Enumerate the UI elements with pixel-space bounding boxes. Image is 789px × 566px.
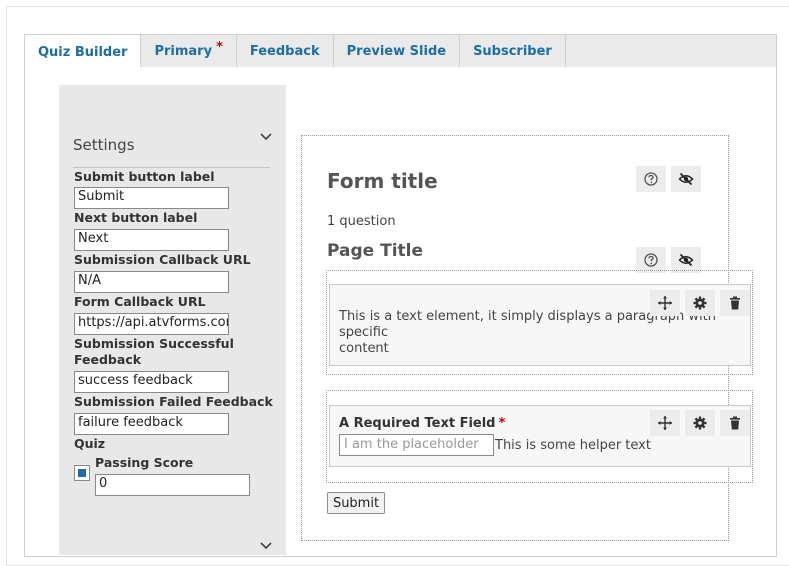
required-field-label: A Required Text Field * (339, 416, 506, 431)
required-marker: * (216, 40, 223, 55)
chevron-down-icon[interactable] (259, 537, 273, 551)
submit-label-label: Submit button label (74, 169, 215, 184)
form-callback-url-label: Form Callback URL (74, 294, 206, 309)
failed-feedback-input[interactable]: failure feedback (74, 413, 229, 435)
next-label-label: Next button label (74, 210, 198, 225)
form-callback-url-input[interactable]: https://api.atvforms.com (74, 313, 229, 335)
question-count: 1 question (327, 214, 396, 229)
settings-title: Settings (73, 136, 135, 154)
success-feedback-label: Submission Successful Feedback (74, 336, 234, 367)
move-icon[interactable] (650, 410, 680, 436)
submit-label-input[interactable]: Submit (74, 187, 229, 209)
tab-quiz-builder[interactable]: Quiz Builder (25, 35, 142, 69)
chevron-down-icon[interactable] (259, 128, 273, 142)
gear-icon[interactable] (685, 290, 715, 316)
callback-url-label: Submission Callback URL (74, 252, 251, 267)
form-title[interactable]: Form title (327, 169, 438, 193)
quiz-checkbox[interactable] (74, 465, 90, 481)
text-element-content: This is a text element, it simply displa… (339, 309, 717, 356)
checkbox-check-icon (78, 469, 86, 477)
trash-icon[interactable] (720, 410, 750, 436)
trash-icon[interactable] (720, 290, 750, 316)
help-icon[interactable] (636, 166, 666, 192)
tab-feedback[interactable]: Feedback (237, 35, 334, 68)
passing-score-label: Passing Score (95, 455, 194, 470)
required-text-input[interactable]: I am the placeholder (339, 434, 494, 456)
callback-url-input[interactable]: N/A (74, 271, 229, 293)
tab-preview-slide[interactable]: Preview Slide (334, 35, 461, 68)
page-title[interactable]: Page Title (327, 241, 423, 261)
quiz-label: Quiz (74, 436, 106, 451)
settings-header[interactable]: Settings (73, 134, 270, 168)
submit-button[interactable]: Submit (327, 492, 385, 514)
passing-score-input[interactable]: 0 (95, 474, 250, 496)
tab-bar: Quiz Builder Primary * Feedback Preview S… (24, 34, 777, 69)
eye-off-icon[interactable] (671, 166, 701, 192)
move-icon[interactable] (650, 290, 680, 316)
tab-primary[interactable]: Primary * (141, 35, 237, 68)
required-marker: * (498, 416, 506, 431)
next-label-input[interactable]: Next (74, 229, 229, 251)
failed-feedback-label: Submission Failed Feedback (74, 394, 273, 409)
gear-icon[interactable] (685, 410, 715, 436)
success-feedback-input[interactable]: success feedback (74, 371, 229, 393)
helper-text: This is some helper text (495, 438, 651, 453)
tab-subscriber[interactable]: Subscriber (460, 35, 566, 68)
